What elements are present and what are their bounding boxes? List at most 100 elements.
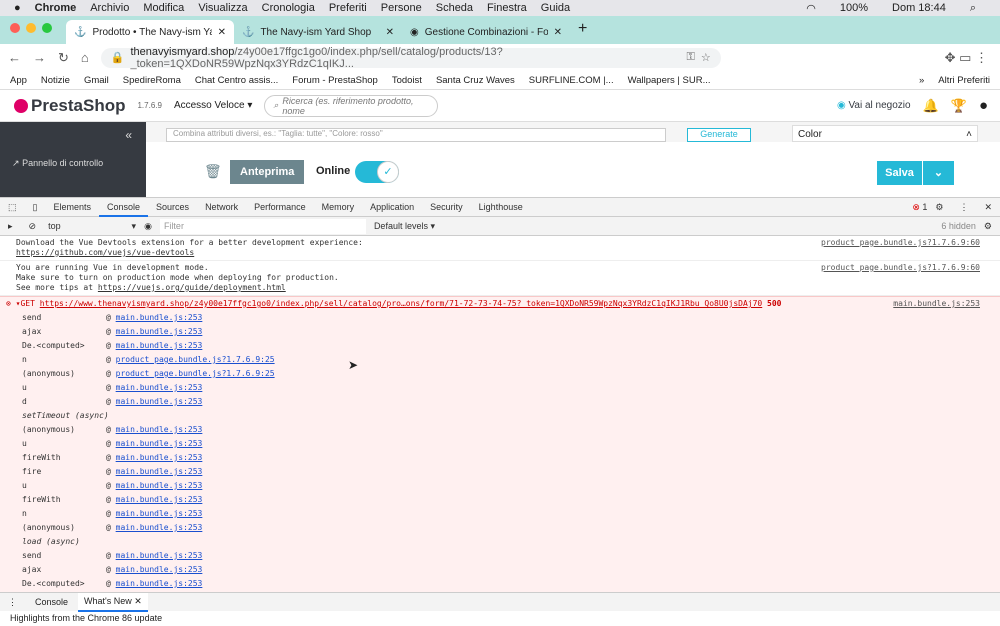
bookmark[interactable]: App [10,75,27,86]
drawer-tab-console[interactable]: Console [25,597,78,607]
drawer-tab-whats-new[interactable]: What's New ✕ [78,592,148,612]
source-link[interactable]: product_page.bundle.js?1.7.6.9:60 [821,263,980,273]
bookmark[interactable]: Todoist [392,75,422,86]
browser-tab[interactable]: ⚓ The Navy-ism Yard Shop ✕ [234,20,402,44]
sidebar-toggle-icon[interactable]: ▸ [0,217,21,236]
menu-cronologia[interactable]: Cronologia [262,2,315,14]
menu-visualizza[interactable]: Visualizza [198,2,247,14]
more-menu-icon[interactable]: ⋮ [951,198,976,217]
generate-button[interactable]: Generate [687,128,751,142]
tab-network[interactable]: Network [197,198,246,217]
message-link[interactable]: https://vuejs.org/guide/deployment.html [98,283,286,292]
extensions-icon[interactable]: ✥ ▭ ⋮ [945,50,988,66]
source-link[interactable]: main.bundle.js:253 [116,465,203,479]
menu-guida[interactable]: Guida [541,2,570,14]
bookmark[interactable]: SURFLINE.COM |... [529,75,614,86]
bookmark[interactable]: Santa Cruz Waves [436,75,515,86]
source-link[interactable]: main.bundle.js:253 [893,299,980,309]
menu-scheda[interactable]: Scheda [436,2,473,14]
error-url[interactable]: https://www.thenavyismyard.shop/z4y00e17… [40,299,762,308]
menu-modifica[interactable]: Modifica [143,2,184,14]
message-link[interactable]: https://github.com/vuejs/vue-devtools [16,248,984,258]
source-link[interactable]: main.bundle.js:253 [116,311,203,325]
bookmark[interactable]: Forum - PrestaShop [292,75,378,86]
tab-performance[interactable]: Performance [246,198,314,217]
tab-security[interactable]: Security [422,198,471,217]
other-bookmarks[interactable]: Altri Preferiti [938,75,990,86]
trophy-icon[interactable]: 🏆 [951,98,967,114]
collapse-sidebar-button[interactable]: « [125,128,132,142]
filter-input[interactable]: Filter [159,218,366,234]
menu-chrome[interactable]: Chrome [35,2,77,14]
combine-input[interactable]: Combina attributi diversi, es.: "Taglia:… [166,128,666,142]
source-link[interactable]: main.bundle.js:253 [116,479,203,493]
minimize-window-icon[interactable] [26,23,36,33]
delete-icon[interactable]: 🗑 [204,163,222,180]
tab-application[interactable]: Application [362,198,422,217]
close-devtools-icon[interactable]: ✕ [976,198,1000,217]
browser-tab[interactable]: ⚓ Prodotto • The Navy-ism Yard Shop ✕ [66,20,234,44]
bookmark[interactable]: Chat Centro assis... [195,75,278,86]
source-link[interactable]: product_page.bundle.js?1.7.6.9:25 [116,353,275,367]
source-link[interactable]: main.bundle.js:253 [116,437,203,451]
clock[interactable]: Dom 18:44 [892,2,946,15]
inspect-icon[interactable]: ⬚ [0,198,25,217]
console-settings-icon[interactable]: ⚙ [976,217,1000,236]
tab-console[interactable]: Console [99,198,149,217]
log-levels-dropdown[interactable]: Default levels ▾ [366,217,443,236]
source-link[interactable]: main.bundle.js:253 [116,507,203,521]
close-tab-icon[interactable]: ✕ [386,27,394,38]
tab-memory[interactable]: Memory [314,198,363,217]
source-link[interactable]: main.bundle.js:253 [116,339,203,353]
menu-archivio[interactable]: Archivio [90,2,129,14]
settings-gear-icon[interactable]: ⚙ [927,198,951,217]
wifi-icon[interactable]: ◠ [806,2,816,15]
bookmark[interactable]: SpedireRoma [123,75,181,86]
menu-preferiti[interactable]: Preferiti [329,2,367,14]
forward-icon[interactable]: → [33,50,46,65]
source-link[interactable]: main.bundle.js:253 [116,493,203,507]
close-window-icon[interactable] [10,23,20,33]
live-expression-eye-icon[interactable]: ◉ [136,217,160,236]
url-input[interactable]: 🔒 thenavyismyard.shop/z4y00e17ffgc1go0/in… [100,46,721,70]
color-filter[interactable]: Color ˄ [792,125,978,142]
prestashop-logo[interactable]: PrestaShop [14,96,125,116]
close-tab-icon[interactable]: ✕ [554,27,562,38]
bookmark[interactable]: Wallpapers | SUR... [628,75,711,86]
save-options-dropdown[interactable]: ⌄ [923,161,954,185]
source-link[interactable]: main.bundle.js:253 [116,577,203,591]
search-input[interactable]: ⌕ Ricerca (es. riferimento prodotto, nome [264,94,439,117]
source-link[interactable]: main.bundle.js:253 [116,395,203,409]
close-drawer-tab-icon[interactable]: ✕ [134,596,142,606]
source-link[interactable]: product_page.bundle.js?1.7.6.9:25 [116,367,275,381]
sidebar-item-dashboard[interactable]: ↗ Pannello di controllo [12,158,103,169]
bookmark[interactable]: Notizie [41,75,70,86]
apple-menu-icon[interactable]: ● [14,2,21,14]
new-tab-button[interactable]: + [570,20,595,44]
menu-finestra[interactable]: Finestra [487,2,527,14]
error-header[interactable]: ⊗ ▾GET https://www.thenavyismyard.shop/z… [0,297,1000,311]
source-link[interactable]: main.bundle.js:253 [116,451,203,465]
tab-lighthouse[interactable]: Lighthouse [471,198,531,217]
battery-status[interactable]: 100% [840,2,868,15]
key-icon[interactable]: ⚿ [687,51,695,64]
notifications-icon[interactable]: 🔔 [923,98,939,114]
online-toggle[interactable]: ✓ [355,161,399,183]
source-link[interactable]: main.bundle.js:253 [116,325,203,339]
tab-sources[interactable]: Sources [148,198,197,217]
home-icon[interactable]: ⌂ [81,50,89,65]
spotlight-icon[interactable]: ⌕ [970,2,976,15]
bookmark[interactable]: Gmail [84,75,109,86]
quick-access-dropdown[interactable]: Accesso Veloce ▾ [174,100,252,111]
more-bookmarks[interactable]: » [919,75,924,86]
menu-persone[interactable]: Persone [381,2,422,14]
error-count-badge[interactable]: ⊗ 1 [912,202,927,213]
user-avatar-icon[interactable]: ● [979,97,988,114]
browser-tab[interactable]: ◉ Gestione Combinazioni - Forum ✕ [402,20,570,44]
tab-elements[interactable]: Elements [45,198,99,217]
context-select[interactable]: top ▾ [44,221,136,232]
save-button[interactable]: Salva [877,161,922,185]
source-link[interactable]: main.bundle.js:253 [116,423,203,437]
reload-icon[interactable]: ↻ [58,50,69,66]
drawer-menu-icon[interactable]: ⋮ [0,597,25,608]
